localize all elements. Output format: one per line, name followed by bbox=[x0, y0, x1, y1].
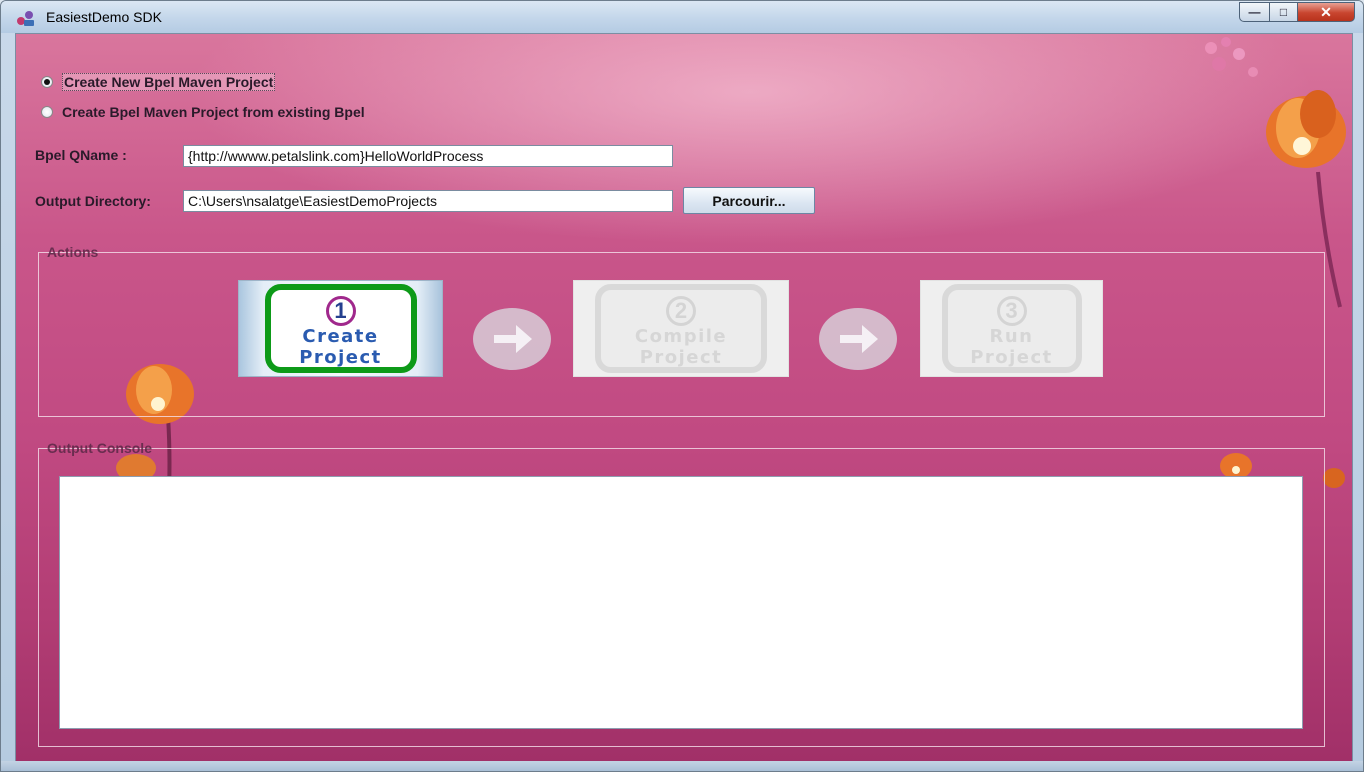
option-new-project[interactable]: Create New Bpel Maven Project bbox=[41, 73, 276, 91]
step-1-number: 1 bbox=[325, 296, 356, 326]
option-existing-bpel[interactable]: Create Bpel Maven Project from existing … bbox=[41, 104, 365, 120]
app-window: EasiestDemo SDK — □ ✕ Create New Bpel Ma… bbox=[0, 0, 1364, 772]
run-project-line1: Run bbox=[989, 326, 1034, 347]
new-project-label[interactable]: Create New Bpel Maven Project bbox=[62, 73, 276, 91]
arrow-right-icon bbox=[473, 308, 551, 370]
step-3-number: 3 bbox=[996, 296, 1027, 326]
arrow-right-icon bbox=[819, 308, 897, 370]
create-project-line1: Create bbox=[302, 326, 379, 347]
qname-input[interactable] bbox=[183, 145, 673, 167]
create-project-card: 1 Create Project bbox=[264, 284, 417, 373]
step-2-number: 2 bbox=[666, 296, 696, 326]
close-button[interactable]: ✕ bbox=[1297, 2, 1355, 22]
run-project-text: Run Project bbox=[970, 326, 1053, 368]
new-project-radio[interactable] bbox=[41, 76, 53, 88]
maximize-button[interactable]: □ bbox=[1269, 2, 1297, 22]
window-title: EasiestDemo SDK bbox=[46, 9, 162, 25]
create-project-line2: Project bbox=[299, 347, 382, 368]
title-bar[interactable]: EasiestDemo SDK — □ ✕ bbox=[1, 1, 1363, 33]
output-console-textarea[interactable] bbox=[59, 476, 1303, 729]
existing-bpel-radio[interactable] bbox=[41, 106, 53, 118]
compile-project-text: Compile Project bbox=[635, 326, 727, 368]
minimize-button[interactable]: — bbox=[1239, 2, 1269, 22]
browse-button[interactable]: Parcourir... bbox=[683, 187, 815, 214]
output-directory-label: Output Directory: bbox=[35, 193, 151, 209]
app-icon bbox=[17, 11, 34, 26]
output-console-title: Output Console bbox=[47, 440, 152, 456]
window-bottom-edge bbox=[1, 761, 1363, 771]
compile-project-button[interactable]: 2 Compile Project bbox=[573, 280, 789, 377]
run-project-button[interactable]: 3 Run Project bbox=[920, 280, 1103, 377]
compile-project-line2: Project bbox=[639, 347, 723, 368]
create-project-button[interactable]: 1 Create Project bbox=[238, 280, 443, 377]
main-panel: Create New Bpel Maven Project Create Bpe… bbox=[15, 33, 1353, 763]
qname-label: Bpel QName : bbox=[35, 147, 127, 163]
compile-project-line1: Compile bbox=[634, 326, 728, 347]
output-directory-input[interactable] bbox=[183, 190, 673, 212]
compile-project-card: 2 Compile Project bbox=[595, 284, 767, 373]
existing-bpel-label[interactable]: Create Bpel Maven Project from existing … bbox=[62, 104, 365, 120]
actions-group-title: Actions bbox=[47, 244, 99, 260]
create-project-text: Create Project bbox=[299, 326, 382, 368]
run-project-card: 3 Run Project bbox=[941, 284, 1082, 373]
window-controls: — □ ✕ bbox=[1239, 2, 1355, 22]
run-project-line2: Project bbox=[970, 347, 1053, 368]
